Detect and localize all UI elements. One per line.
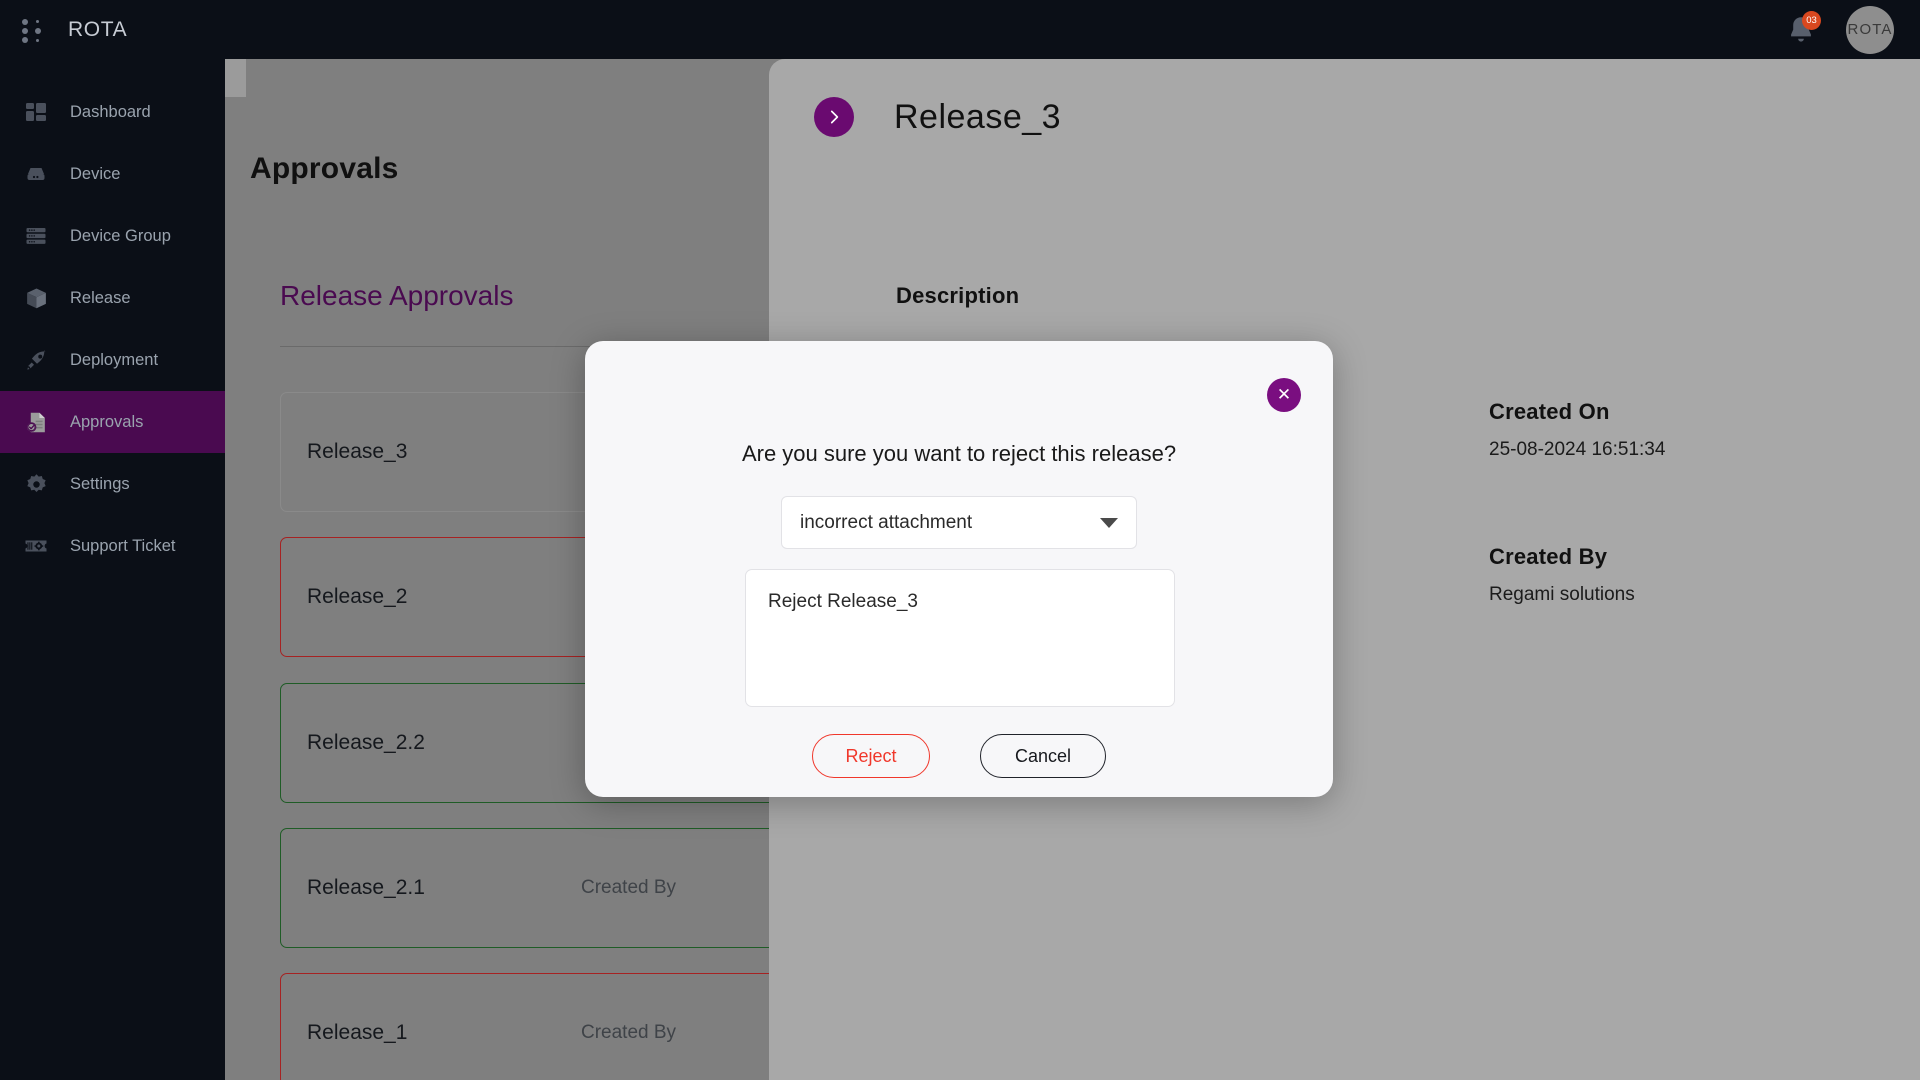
- sidebar-item-support-ticket[interactable]: Support Ticket: [0, 515, 225, 577]
- top-bar-actions: 03 ROTA: [1784, 5, 1920, 54]
- reject-reason-value: incorrect attachment: [800, 511, 973, 533]
- sidebar-item-label: Release: [70, 288, 131, 307]
- brand-name: ROTA: [68, 17, 128, 41]
- release-meta: Created By: [581, 1022, 677, 1043]
- sidebar-item-label: Deployment: [70, 350, 159, 369]
- sidebar-item-deployment[interactable]: Deployment: [0, 329, 225, 391]
- document-check-icon: [22, 408, 50, 436]
- chevron-down-icon: [1100, 517, 1118, 528]
- sidebar-item-release[interactable]: Release: [0, 267, 225, 329]
- chevron-right-circle-icon[interactable]: [814, 97, 854, 137]
- top-bar: ROTA 03 ROTA: [0, 0, 1920, 59]
- sidebar-item-label: Support Ticket: [70, 536, 176, 555]
- server-stack-icon: [22, 222, 50, 250]
- field-label: Created On: [1489, 399, 1610, 424]
- cancel-button[interactable]: Cancel: [980, 734, 1106, 778]
- sidebar: Dashboard Device Device Group Release De…: [0, 59, 225, 1080]
- notification-badge: 03: [1802, 10, 1821, 30]
- sidebar-item-settings[interactable]: Settings: [0, 453, 225, 515]
- release-name: Release_2: [307, 585, 408, 608]
- reject-release-dialog: ✕ Are you sure you want to reject this r…: [585, 341, 1333, 797]
- release-meta: Created By: [581, 877, 677, 898]
- release-name: Release_3: [307, 440, 408, 463]
- ticket-icon: [22, 532, 50, 560]
- app-root: ROTA 03 ROTA Dashboard Device Device Gro…: [0, 0, 1920, 1080]
- sidebar-item-label: Approvals: [70, 412, 144, 431]
- created-on-field: Created On 25-08-2024 16:51:34: [1489, 399, 1665, 461]
- field-value: 25-08-2024 16:51:34: [1489, 439, 1666, 460]
- field-label: Created By: [1489, 544, 1608, 569]
- sidebar-item-device[interactable]: Device: [0, 143, 225, 205]
- sidebar-item-label: Device: [70, 164, 121, 183]
- dashboard-icon: [22, 98, 50, 126]
- sidebar-item-label: Settings: [70, 474, 130, 493]
- dialog-actions: Reject Cancel: [585, 734, 1333, 778]
- release-name: Release_2.2: [307, 731, 425, 754]
- reject-button[interactable]: Reject: [812, 734, 930, 778]
- dialog-question: Are you sure you want to reject this rel…: [741, 441, 1177, 466]
- device-icon: [22, 160, 50, 188]
- avatar[interactable]: ROTA: [1846, 5, 1894, 54]
- reject-comment-input[interactable]: [745, 569, 1175, 707]
- close-icon[interactable]: ✕: [1267, 378, 1301, 412]
- field-label: Description: [896, 283, 1020, 308]
- dots-grid-icon: [22, 17, 48, 43]
- sidebar-item-approvals[interactable]: Approvals: [0, 391, 225, 453]
- detail-title: Release_3: [894, 97, 1062, 136]
- release-name: Release_1: [307, 1021, 408, 1044]
- detail-header: Release_3: [814, 97, 1061, 137]
- sidebar-item-device-group[interactable]: Device Group: [0, 205, 225, 267]
- sidebar-item-label: Device Group: [70, 226, 171, 245]
- release-name: Release_2.1: [307, 876, 425, 899]
- cube-icon: [22, 284, 50, 312]
- rocket-icon: [22, 346, 50, 374]
- sidebar-item-label: Dashboard: [70, 102, 151, 121]
- gear-icon: [22, 470, 50, 498]
- reject-reason-select[interactable]: incorrect attachment: [781, 496, 1137, 549]
- sidebar-item-dashboard[interactable]: Dashboard: [0, 81, 225, 143]
- created-by-field: Created By Regami solutions: [1489, 544, 1635, 606]
- brand[interactable]: ROTA: [0, 17, 127, 43]
- list-heading: Release Approvals: [280, 280, 514, 311]
- notification-button[interactable]: 03: [1784, 10, 1821, 47]
- field-value: Regami solutions: [1489, 584, 1635, 605]
- description-field: Description: [896, 283, 1019, 309]
